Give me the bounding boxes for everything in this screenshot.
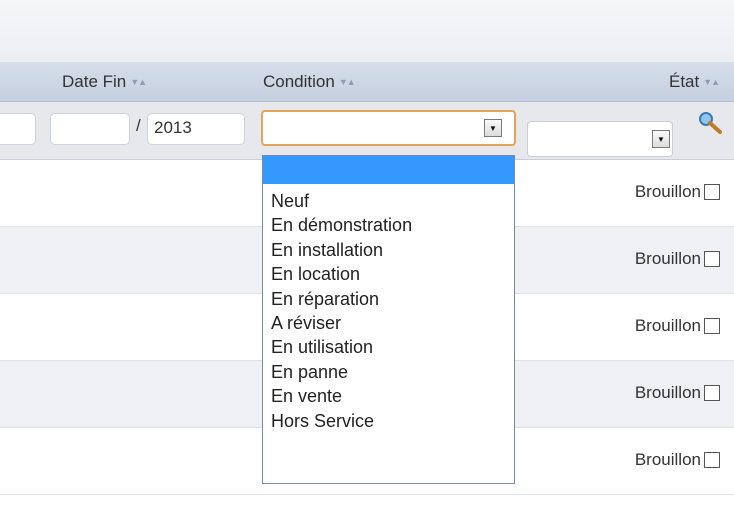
- date-debut-year-input[interactable]: [0, 113, 36, 145]
- table-header: Date Fin ▼▲ Condition ▼▲ État ▼▲: [0, 62, 734, 102]
- column-header-label: Date Fin: [62, 72, 127, 91]
- etat-select[interactable]: ▼: [527, 121, 673, 157]
- date-fin-year-input[interactable]: 2013: [147, 113, 245, 145]
- condition-dropdown-list: Neuf En démonstration En installation En…: [262, 155, 515, 484]
- year-value: 2013: [154, 118, 192, 137]
- dropdown-option[interactable]: En installation: [263, 238, 514, 262]
- column-header-label: État: [669, 72, 700, 91]
- row-checkbox[interactable]: [704, 318, 720, 334]
- sort-arrows-icon[interactable]: ▼▲: [339, 77, 356, 87]
- dropdown-option[interactable]: A réviser: [263, 311, 514, 335]
- condition-select[interactable]: ▼: [261, 110, 516, 146]
- date-fin-day-input[interactable]: [50, 113, 130, 145]
- dropdown-option[interactable]: En utilisation: [263, 335, 514, 359]
- row-checkbox[interactable]: [704, 385, 720, 401]
- dropdown-option[interactable]: Hors Service: [263, 409, 514, 433]
- column-header-date-fin[interactable]: Date Fin ▼▲: [62, 72, 147, 92]
- chevron-down-icon[interactable]: ▼: [484, 119, 502, 137]
- etat-label: Brouillon: [634, 316, 701, 335]
- date-separator: /: [136, 116, 141, 135]
- dropdown-option[interactable]: En réparation: [263, 287, 514, 311]
- column-header-label: Condition: [263, 72, 335, 91]
- sort-arrows-icon[interactable]: ▼▲: [703, 77, 720, 87]
- search-icon[interactable]: [695, 110, 725, 136]
- sort-arrows-icon[interactable]: ▼▲: [130, 77, 147, 87]
- dropdown-option[interactable]: [263, 156, 514, 184]
- dropdown-option[interactable]: En vente: [263, 384, 514, 408]
- column-header-condition[interactable]: Condition ▼▲: [263, 72, 356, 92]
- etat-label: Brouillon: [634, 383, 701, 402]
- etat-label: Brouillon: [634, 450, 701, 469]
- dropdown-option[interactable]: Neuf: [263, 189, 514, 213]
- column-header-etat[interactable]: État ▼▲: [669, 72, 720, 92]
- row-checkbox[interactable]: [704, 184, 720, 200]
- top-band: [0, 0, 734, 62]
- etat-label: Brouillon: [634, 182, 701, 201]
- row-checkbox[interactable]: [704, 452, 720, 468]
- etat-cell: Brouillon: [635, 249, 720, 269]
- dropdown-option[interactable]: En location: [263, 262, 514, 286]
- etat-cell: Brouillon: [635, 182, 720, 202]
- etat-cell: Brouillon: [635, 383, 720, 403]
- dropdown-option[interactable]: En panne: [263, 360, 514, 384]
- etat-cell: Brouillon: [635, 316, 720, 336]
- etat-label: Brouillon: [634, 249, 701, 268]
- row-checkbox[interactable]: [704, 251, 720, 267]
- chevron-down-icon[interactable]: ▼: [652, 130, 670, 148]
- dropdown-option[interactable]: En démonstration: [263, 213, 514, 237]
- etat-cell: Brouillon: [635, 450, 720, 470]
